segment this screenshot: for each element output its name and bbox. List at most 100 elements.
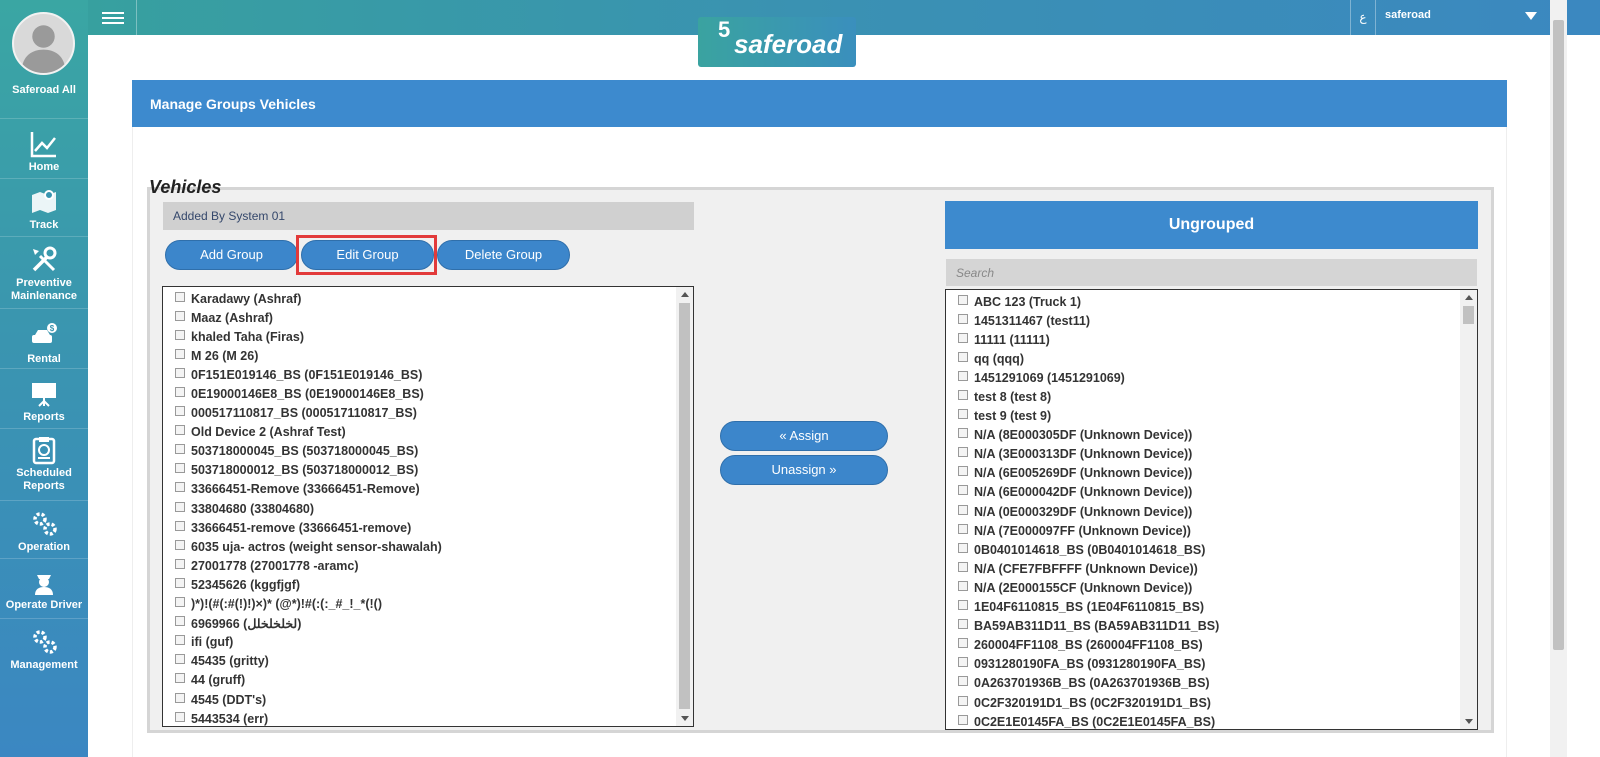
- list-item[interactable]: 503718000045_BS (503718000045_BS): [175, 442, 676, 461]
- scrollbar-thumb[interactable]: [679, 303, 690, 709]
- checkbox[interactable]: [175, 539, 185, 550]
- scroll-down-icon[interactable]: [681, 716, 689, 721]
- list-item[interactable]: 0C2E1E0145FA_BS (0C2E1E0145FA_BS): [958, 712, 1460, 729]
- checkbox[interactable]: [958, 485, 968, 496]
- checkbox[interactable]: [175, 310, 185, 321]
- list-item[interactable]: ABC 123 (Truck 1): [958, 292, 1460, 311]
- checkbox[interactable]: [958, 523, 968, 534]
- checkbox[interactable]: [175, 616, 185, 627]
- sidebar-item-rental[interactable]: $ Rental: [0, 308, 88, 368]
- list-item[interactable]: 45435 (gritty): [175, 652, 676, 671]
- checkbox[interactable]: [175, 577, 185, 588]
- list-item[interactable]: )*)!(#(:#(!)!)×)* (@*)!#(:(:_#_!_*(!(): [175, 595, 676, 614]
- checkbox[interactable]: [175, 692, 185, 703]
- list-item[interactable]: 0931280190FA_BS (0931280190FA_BS): [958, 655, 1460, 674]
- checkbox[interactable]: [958, 580, 968, 591]
- list-item[interactable]: N/A (6E000042DF (Unknown Device)): [958, 483, 1460, 502]
- assign-button[interactable]: « Assign: [720, 421, 888, 451]
- sidebar-item-operation[interactable]: Operation: [0, 500, 88, 558]
- checkbox[interactable]: [958, 561, 968, 572]
- checkbox[interactable]: [958, 409, 968, 420]
- page-scrollbar[interactable]: [1550, 0, 1567, 757]
- scroll-up-icon[interactable]: [681, 292, 689, 297]
- list-item[interactable]: N/A (6E005269DF (Unknown Device)): [958, 464, 1460, 483]
- user-dropdown[interactable]: saferoad: [1385, 0, 1545, 35]
- list-item[interactable]: 44 (gruff): [175, 671, 676, 690]
- list-item[interactable]: Karadawy (Ashraf): [175, 289, 676, 308]
- list-item[interactable]: Maaz (Ashraf): [175, 308, 676, 327]
- list-item[interactable]: N/A (8E000305DF (Unknown Device)): [958, 426, 1460, 445]
- checkbox[interactable]: [958, 657, 968, 668]
- checkbox[interactable]: [958, 600, 968, 611]
- scroll-down-icon[interactable]: [1465, 719, 1473, 724]
- sidebar-item-scheduled-reports[interactable]: Scheduled Reports: [0, 428, 88, 500]
- list-item[interactable]: 1451311467 (test11): [958, 311, 1460, 330]
- checkbox[interactable]: [175, 711, 185, 722]
- checkbox[interactable]: [175, 482, 185, 493]
- group-vehicles-scrollbar[interactable]: [676, 287, 693, 726]
- sidebar-item-home[interactable]: Home: [0, 118, 88, 178]
- list-item[interactable]: N/A (3E000313DF (Unknown Device)): [958, 445, 1460, 464]
- list-item[interactable]: 1451291069 (1451291069): [958, 368, 1460, 387]
- checkbox[interactable]: [958, 313, 968, 324]
- list-item[interactable]: qq (qqq): [958, 349, 1460, 368]
- group-selector[interactable]: Added By System 01: [163, 202, 694, 230]
- list-item[interactable]: 503718000012_BS (503718000012_BS): [175, 461, 676, 480]
- checkbox[interactable]: [958, 542, 968, 553]
- list-item[interactable]: 11111 (11111): [958, 330, 1460, 349]
- list-item[interactable]: 4545 (DDT's): [175, 690, 676, 709]
- list-item[interactable]: 0B0401014618_BS (0B0401014618_BS): [958, 540, 1460, 559]
- sidebar-item-operate-driver[interactable]: Operate Driver: [0, 558, 88, 618]
- list-item[interactable]: 000517110817_BS (000517110817_BS): [175, 404, 676, 423]
- checkbox[interactable]: [958, 351, 968, 362]
- checkbox[interactable]: [175, 654, 185, 665]
- checkbox[interactable]: [958, 638, 968, 649]
- checkbox[interactable]: [175, 558, 185, 569]
- list-item[interactable]: 27001778 (27001778 -aramc): [175, 556, 676, 575]
- list-item[interactable]: 0C2F320191D1_BS (0C2F320191D1_BS): [958, 693, 1460, 712]
- search-input[interactable]: [946, 259, 1477, 286]
- delete-group-button[interactable]: Delete Group: [437, 240, 570, 270]
- checkbox[interactable]: [958, 676, 968, 687]
- scrollbar-thumb[interactable]: [1463, 306, 1474, 324]
- list-item[interactable]: 0E19000146E8_BS (0E19000146E8_BS): [175, 384, 676, 403]
- ungrouped-vehicles-list[interactable]: ABC 123 (Truck 1) 1451311467 (test11) 1111…: [945, 289, 1478, 730]
- checkbox[interactable]: [958, 390, 968, 401]
- list-item[interactable]: BA59AB311D11_BS (BA59AB311D11_BS): [958, 617, 1460, 636]
- sidebar-item-track[interactable]: Track: [0, 178, 88, 236]
- checkbox[interactable]: [175, 463, 185, 474]
- sidebar-item-management[interactable]: Management: [0, 618, 88, 678]
- list-item[interactable]: 1E04F6110815_BS (1E04F6110815_BS): [958, 598, 1460, 617]
- checkbox[interactable]: [958, 504, 968, 515]
- add-group-button[interactable]: Add Group: [165, 240, 298, 270]
- list-item[interactable]: 6969966 (لخلخلخلل): [175, 614, 676, 633]
- checkbox[interactable]: [958, 619, 968, 630]
- checkbox[interactable]: [958, 447, 968, 458]
- checkbox[interactable]: [958, 466, 968, 477]
- list-item[interactable]: 33666451-remove (33666451-remove): [175, 518, 676, 537]
- checkbox[interactable]: [958, 428, 968, 439]
- checkbox[interactable]: [175, 444, 185, 455]
- checkbox[interactable]: [175, 501, 185, 512]
- list-item[interactable]: 52345626 (kggfjgf): [175, 575, 676, 594]
- page-scrollbar-thumb[interactable]: [1553, 20, 1564, 650]
- language-toggle[interactable]: ع: [1350, 0, 1376, 35]
- checkbox[interactable]: [958, 294, 968, 305]
- list-item[interactable]: Old Device 2 (Ashraf Test): [175, 423, 676, 442]
- checkbox[interactable]: [175, 329, 185, 340]
- checkbox[interactable]: [175, 673, 185, 684]
- checkbox[interactable]: [175, 425, 185, 436]
- checkbox[interactable]: [958, 332, 968, 343]
- checkbox[interactable]: [958, 714, 968, 725]
- checkbox[interactable]: [175, 406, 185, 417]
- sidebar-item-reports[interactable]: Reports: [0, 368, 88, 428]
- avatar[interactable]: [12, 12, 75, 75]
- list-item[interactable]: 0F151E019146_BS (0F151E019146_BS): [175, 365, 676, 384]
- list-item[interactable]: 33666451-Remove (33666451-Remove): [175, 480, 676, 499]
- list-item[interactable]: 5443534 (err): [175, 709, 676, 726]
- list-item[interactable]: test 9 (test 9): [958, 407, 1460, 426]
- checkbox[interactable]: [175, 367, 185, 378]
- group-vehicles-list[interactable]: Karadawy (Ashraf) Maaz (Ashraf) khaled Tah…: [162, 286, 694, 727]
- checkbox[interactable]: [175, 597, 185, 608]
- sidebar-item-preventive-maintenance[interactable]: Preventive Mainlenance: [0, 236, 88, 308]
